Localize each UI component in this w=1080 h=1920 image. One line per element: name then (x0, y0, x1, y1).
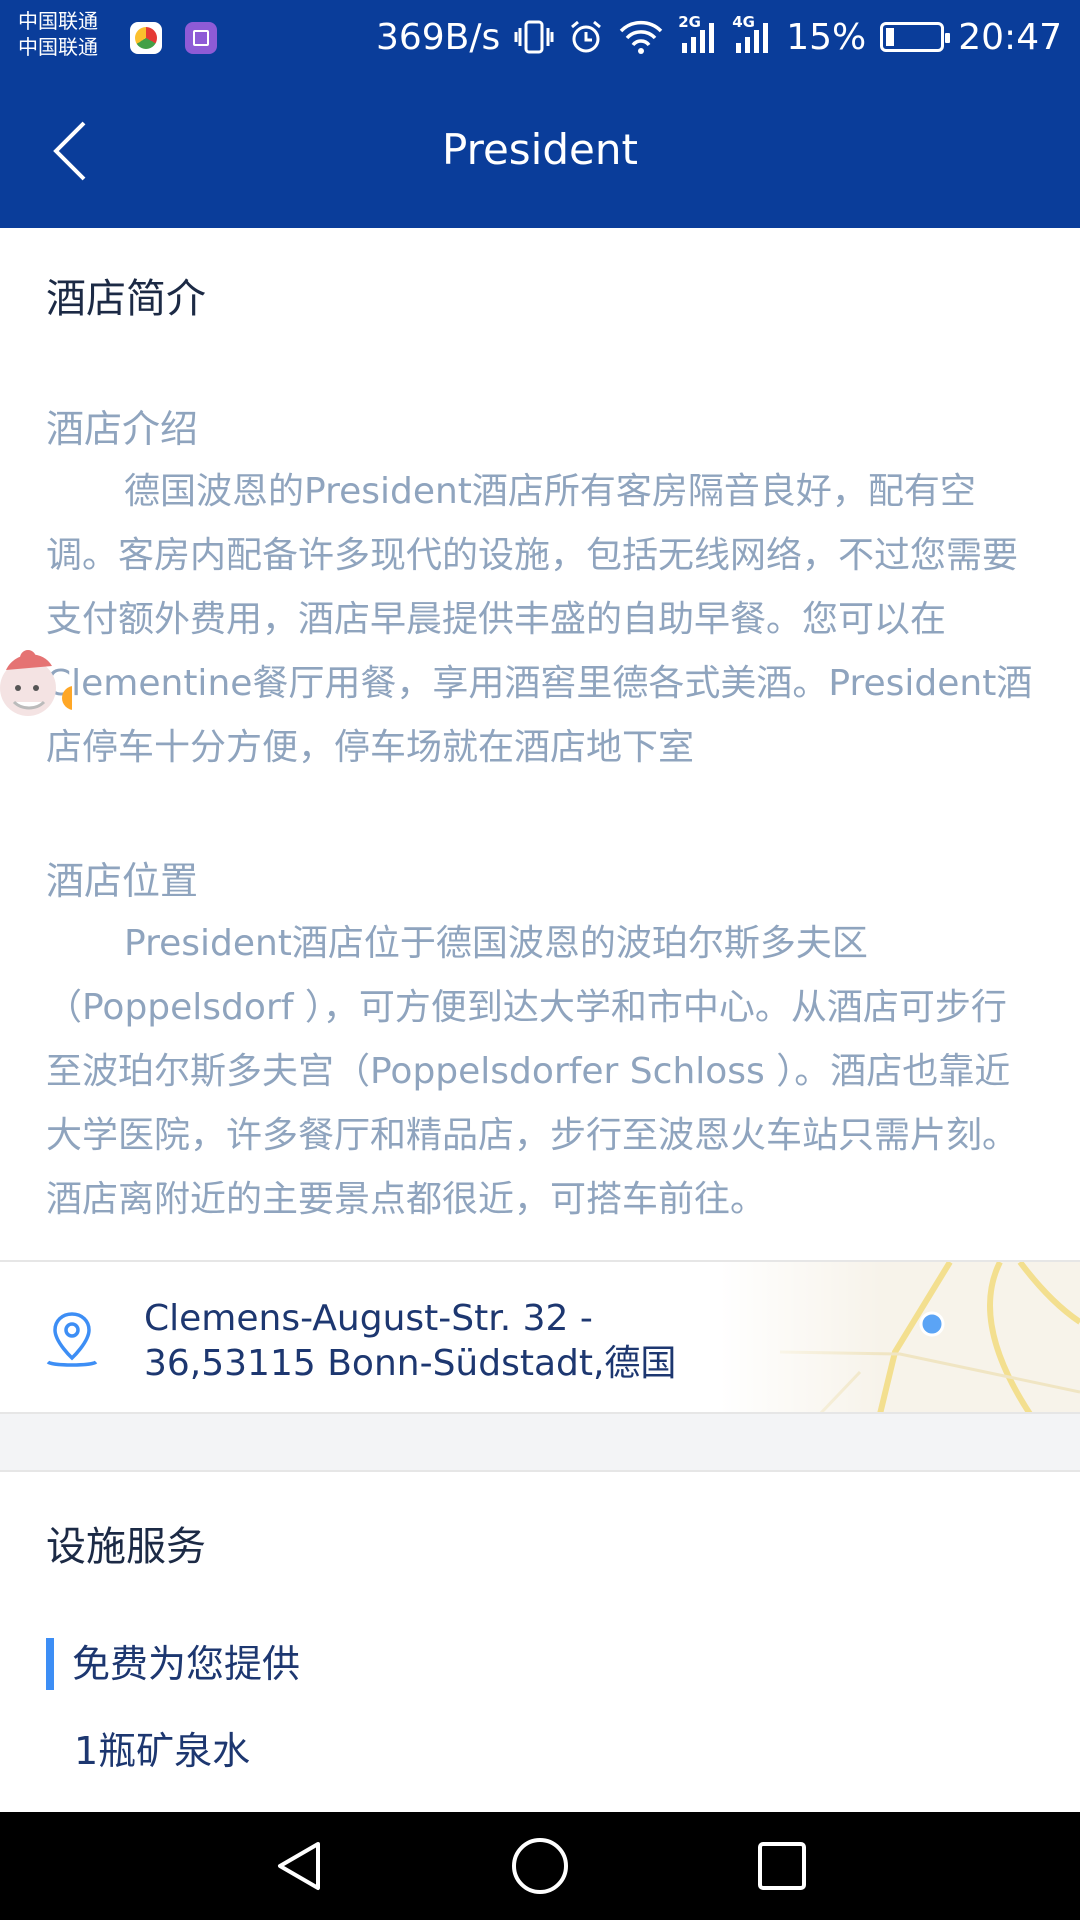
about-label: 酒店介绍 (46, 407, 199, 451)
browser-notification-icon (130, 22, 162, 54)
about-text: 德国波恩的President酒店所有客房隔音良好，配有空调。客房内配备许多现代的… (46, 471, 1033, 768)
signal-4g-label: 4G (732, 13, 755, 31)
address-line-1: Clemens-August-Str. 32 - (144, 1298, 593, 1339)
map-thumbnail[interactable] (720, 1260, 1080, 1416)
section-title-intro: 酒店简介 (46, 276, 206, 322)
nav-home-button[interactable] (510, 1836, 570, 1896)
gallery-notification-icon (185, 22, 217, 54)
signal-2g-label: 2G (678, 13, 701, 31)
signal-4g-icon: 4G (732, 13, 772, 55)
net-speed: 369B/s (375, 16, 501, 58)
alarm-icon (568, 19, 604, 55)
page-title: President (442, 125, 638, 174)
app-header: 中国联通 中国联通 369B/s 2G 4G 15% 20:47 Preside… (0, 0, 1080, 228)
divider (0, 1470, 1080, 1472)
location-label: 酒店位置 (46, 859, 199, 903)
carrier-info: 中国联通 中国联通 (18, 8, 98, 60)
location-text: President酒店位于德国波恩的波珀尔斯多夫区（Poppelsdorf ），… (46, 923, 1019, 1220)
carrier-2: 中国联通 (18, 35, 98, 59)
signal-2g-icon: 2G (678, 13, 718, 55)
section-gap (0, 1414, 1080, 1472)
circle-home-icon (512, 1838, 568, 1894)
floating-mascot-widget[interactable] (0, 636, 86, 728)
status-indicators: 369B/s 2G 4G 15% 20:47 (376, 12, 1062, 62)
address-text: Clemens-August-Str. 32 - 36,53115 Bonn-S… (144, 1296, 704, 1386)
carrier-1: 中国联通 (18, 9, 98, 33)
free-services-label: 免费为您提供 (46, 1638, 300, 1690)
title-bar: President (0, 76, 1080, 228)
address-line-2: 36,53115 Bonn-Südstadt,德国 (144, 1343, 677, 1384)
section-title-facilities: 设施服务 (46, 1524, 206, 1570)
address-row[interactable]: Clemens-August-Str. 32 - 36,53115 Bonn-S… (0, 1260, 1080, 1416)
system-nav-bar (0, 1812, 1080, 1920)
vibrate-icon (514, 19, 554, 55)
nav-recents-button[interactable] (752, 1836, 812, 1896)
battery-icon (880, 22, 951, 52)
nav-back-button[interactable] (270, 1836, 330, 1896)
clock: 20:47 (958, 16, 1062, 58)
wifi-icon (618, 19, 664, 55)
square-recents-icon (758, 1842, 806, 1890)
facility-item: 1瓶矿泉水 (74, 1729, 251, 1773)
status-bar: 中国联通 中国联通 369B/s 2G 4G 15% 20:47 (0, 0, 1080, 76)
battery-percent: 15% (786, 16, 867, 58)
triangle-back-icon (278, 1842, 320, 1890)
location-pin-icon (44, 1310, 100, 1370)
